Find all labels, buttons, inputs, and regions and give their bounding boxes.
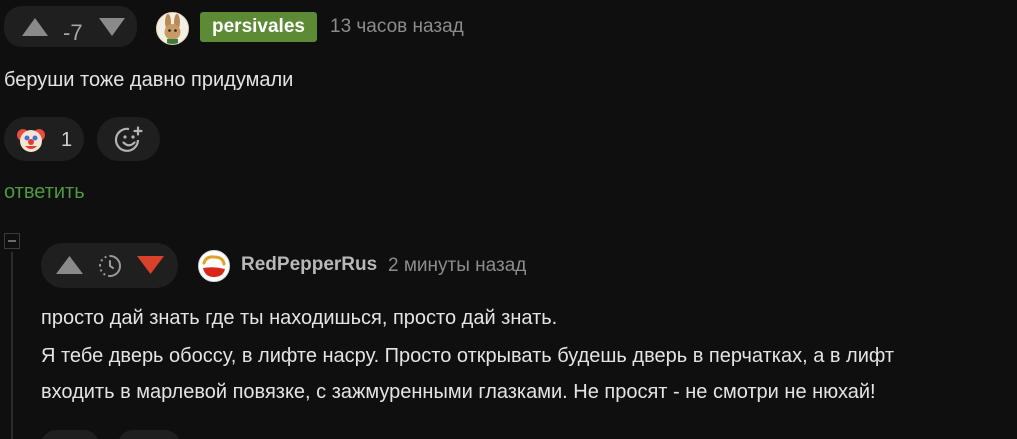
rating-score: -7 <box>63 20 83 45</box>
upvote-arrow-icon[interactable] <box>22 18 48 36</box>
downvote-arrow-icon[interactable] <box>99 18 125 36</box>
clown-face-icon <box>17 129 45 152</box>
clock-icon <box>99 255 121 277</box>
comment-text-line: входить в марлевой повязке, с зажмуренны… <box>41 381 876 403</box>
add-reaction-button[interactable] <box>97 117 160 161</box>
collapse-thread-button[interactable] <box>4 233 20 249</box>
reply-link[interactable]: ответить <box>4 181 85 204</box>
username-link[interactable]: RedPepperRus <box>241 254 377 276</box>
add-emoji-icon <box>114 126 143 152</box>
comment-text: беруши тоже давно придумали <box>4 69 294 91</box>
add-reaction-button[interactable] <box>118 430 180 439</box>
reaction-button[interactable] <box>41 430 99 439</box>
username-badge[interactable]: persivales <box>200 12 317 42</box>
thread-line[interactable] <box>11 252 13 439</box>
upvote-arrow-icon[interactable] <box>56 256 83 274</box>
user-avatar[interactable] <box>198 250 230 282</box>
vote-panel: -7 <box>4 6 137 47</box>
comments-page: -7 persivales 13 часов назад беруши тоже… <box>0 0 1017 439</box>
hare-avatar-icon <box>164 14 181 44</box>
red-pepper-avatar-icon <box>202 255 226 277</box>
vote-panel <box>41 243 178 288</box>
reaction-count: 1 <box>61 129 73 151</box>
user-avatar[interactable] <box>156 12 189 45</box>
comment-timestamp[interactable]: 2 минуты назад <box>388 255 526 277</box>
downvote-arrow-icon[interactable] <box>137 256 164 274</box>
comment-text-line: просто дай знать где ты находишься, прос… <box>41 307 558 329</box>
comment-text-line: Я тебе дверь обоссу, в лифте насру. Прос… <box>41 345 895 367</box>
comment-timestamp[interactable]: 13 часов назад <box>330 16 464 38</box>
reaction-button[interactable]: 1 <box>4 117 84 161</box>
